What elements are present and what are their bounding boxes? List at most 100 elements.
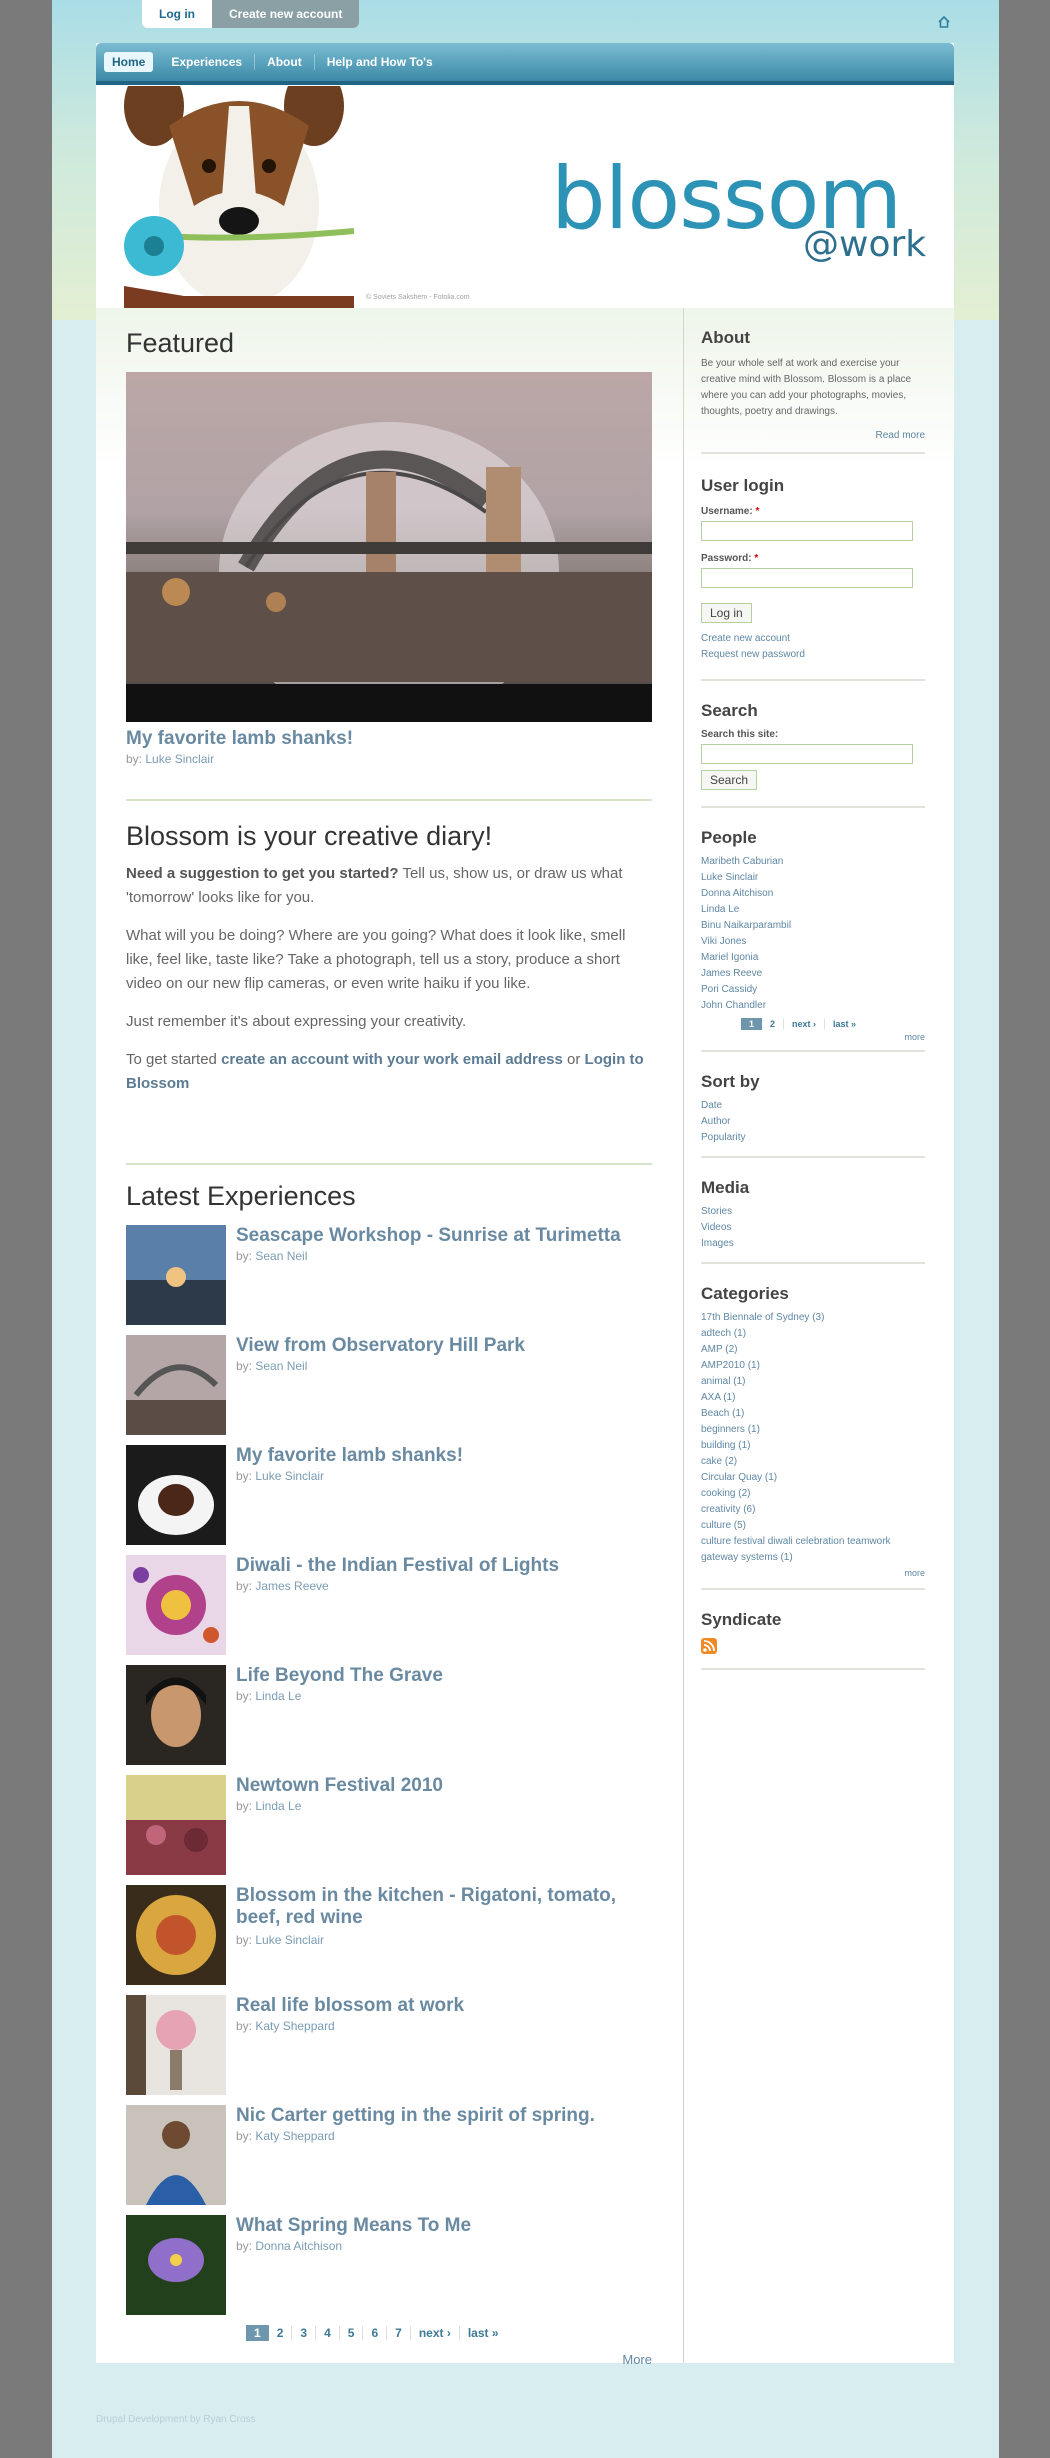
site-logo[interactable]: blossom @work <box>551 156 926 265</box>
category-link[interactable]: culture festival diwali celebration team… <box>701 1534 925 1550</box>
category-link[interactable]: building (1) <box>701 1438 925 1454</box>
thumbnail-image[interactable] <box>126 1555 226 1655</box>
item-title[interactable]: View from Observatory Hill Park <box>236 1335 652 1357</box>
featured-image[interactable] <box>126 372 652 722</box>
featured-author-link[interactable]: Luke Sinclair <box>145 752 214 766</box>
category-link[interactable]: gateway systems (1) <box>701 1550 925 1566</box>
nav-home[interactable]: Home <box>104 52 154 72</box>
item-author-link[interactable]: Luke Sinclair <box>255 1469 324 1483</box>
categories-more-link[interactable]: more <box>701 1568 925 1578</box>
category-link[interactable]: adtech (1) <box>701 1326 925 1342</box>
search-button[interactable]: Search <box>701 770 758 790</box>
pager-last[interactable]: last » <box>825 1019 864 1029</box>
login-button[interactable]: Log in <box>701 603 752 623</box>
pager-link[interactable]: 3 <box>292 2326 317 2340</box>
item-title[interactable]: Seascape Workshop - Sunrise at Turimetta <box>236 1225 652 1247</box>
pager-link[interactable]: 5 <box>340 2326 364 2340</box>
nav-experiences[interactable]: Experiences <box>159 54 256 70</box>
item-title[interactable]: Diwali - the Indian Festival of Lights <box>236 1555 652 1577</box>
item-title[interactable]: What Spring Means To Me <box>236 2215 652 2237</box>
thumbnail-image[interactable] <box>126 1995 226 2095</box>
person-link[interactable]: Binu Naikarparambil <box>701 918 925 934</box>
person-link[interactable]: John Chandler <box>701 998 925 1014</box>
search-input[interactable] <box>701 744 913 764</box>
item-author-link[interactable]: Katy Sheppard <box>255 2019 334 2033</box>
featured-title[interactable]: My favorite lamb shanks! <box>126 728 353 750</box>
category-link[interactable]: creativity (6) <box>701 1502 925 1518</box>
pager-last[interactable]: last » <box>460 2326 507 2340</box>
item-author-link[interactable]: Sean Neil <box>255 1249 307 1263</box>
category-link[interactable]: cooking (2) <box>701 1486 925 1502</box>
top-create-account-link[interactable]: Create new account <box>212 0 360 28</box>
item-author-link[interactable]: Donna Aitchison <box>255 2239 342 2253</box>
item-author-link[interactable]: James Reeve <box>255 1579 328 1593</box>
thumbnail-image[interactable] <box>126 1775 226 1875</box>
item-title[interactable]: Real life blossom at work <box>236 1995 652 2017</box>
item-title[interactable]: Blossom in the kitchen - Rigatoni, tomat… <box>236 1885 652 1929</box>
pager-next[interactable]: next › <box>784 1019 826 1029</box>
thumbnail-image[interactable] <box>126 1225 226 1325</box>
item-author-link[interactable]: Katy Sheppard <box>255 2129 334 2143</box>
person-link[interactable]: Viki Jones <box>701 934 925 950</box>
person-link[interactable]: Pori Cassidy <box>701 982 925 998</box>
category-link[interactable]: AMP (2) <box>701 1342 925 1358</box>
person-link[interactable]: Maribeth Caburian <box>701 854 925 870</box>
category-link[interactable]: cake (2) <box>701 1454 925 1470</box>
nav-about[interactable]: About <box>255 54 315 70</box>
thumbnail-image[interactable] <box>126 1335 226 1435</box>
top-login-link[interactable]: Log in <box>142 0 212 28</box>
home-icon[interactable] <box>937 15 951 29</box>
footer-credit[interactable]: Drupal Development by Ryan Cross <box>96 2414 256 2425</box>
category-link[interactable]: animal (1) <box>701 1374 925 1390</box>
media-images-link[interactable]: Images <box>701 1236 925 1252</box>
sort-author-link[interactable]: Author <box>701 1114 925 1130</box>
pager-link[interactable]: 4 <box>316 2326 340 2340</box>
read-more-link[interactable]: Read more <box>701 428 925 444</box>
people-more-link[interactable]: more <box>701 1032 925 1042</box>
category-link[interactable]: beginners (1) <box>701 1422 925 1438</box>
item-title[interactable]: My favorite lamb shanks! <box>236 1445 652 1467</box>
item-author-link[interactable]: Luke Sinclair <box>255 1933 324 1947</box>
item-author-link[interactable]: Linda Le <box>255 1799 301 1813</box>
pager-link[interactable]: 6 <box>363 2326 388 2340</box>
item-author-link[interactable]: Linda Le <box>255 1689 301 1703</box>
sort-date-link[interactable]: Date <box>701 1098 925 1114</box>
item-title[interactable]: Newtown Festival 2010 <box>236 1775 652 1797</box>
rss-feed-icon[interactable] <box>701 1638 717 1654</box>
media-list: Stories Videos Images <box>701 1204 925 1252</box>
thumbnail-image[interactable] <box>126 2215 226 2315</box>
category-link[interactable]: culture (5) <box>701 1518 925 1534</box>
media-videos-link[interactable]: Videos <box>701 1220 925 1236</box>
thumbnail-image[interactable] <box>126 1445 226 1545</box>
person-link[interactable]: Donna Aitchison <box>701 886 925 902</box>
thumbnail-image[interactable] <box>126 1665 226 1765</box>
person-link[interactable]: James Reeve <box>701 966 925 982</box>
category-link[interactable]: Beach (1) <box>701 1406 925 1422</box>
more-link[interactable]: More <box>622 2352 652 2367</box>
password-field[interactable] <box>701 568 913 588</box>
category-link[interactable]: AMP2010 (1) <box>701 1358 925 1374</box>
item-title[interactable]: Nic Carter getting in the spirit of spri… <box>236 2105 652 2127</box>
category-link[interactable]: AXA (1) <box>701 1390 925 1406</box>
pager-link[interactable]: 2 <box>762 1019 785 1029</box>
category-link[interactable]: 17th Biennale of Sydney (3) <box>701 1310 925 1326</box>
pager-link[interactable]: 2 <box>269 2326 293 2340</box>
request-password-link[interactable]: Request new password <box>701 647 925 663</box>
media-stories-link[interactable]: Stories <box>701 1204 925 1220</box>
item-title[interactable]: Life Beyond The Grave <box>236 1665 652 1687</box>
category-link[interactable]: Circular Quay (1) <box>701 1470 925 1486</box>
person-link[interactable]: Mariel Igonia <box>701 950 925 966</box>
person-link[interactable]: Luke Sinclair <box>701 870 925 886</box>
pager-next[interactable]: next › <box>411 2326 460 2340</box>
thumbnail-image[interactable] <box>126 1885 226 1985</box>
username-field[interactable] <box>701 521 913 541</box>
page-container: Home Experiences About Help and How To's <box>96 43 954 2367</box>
nav-help[interactable]: Help and How To's <box>315 54 445 70</box>
person-link[interactable]: Linda Le <box>701 902 925 918</box>
item-author-link[interactable]: Sean Neil <box>255 1359 307 1373</box>
thumbnail-image[interactable] <box>126 2105 226 2205</box>
create-account-link[interactable]: create an account with your work email a… <box>221 1051 563 1068</box>
pager-link[interactable]: 7 <box>387 2326 411 2340</box>
create-account-link[interactable]: Create new account <box>701 631 925 647</box>
sort-popularity-link[interactable]: Popularity <box>701 1130 925 1146</box>
